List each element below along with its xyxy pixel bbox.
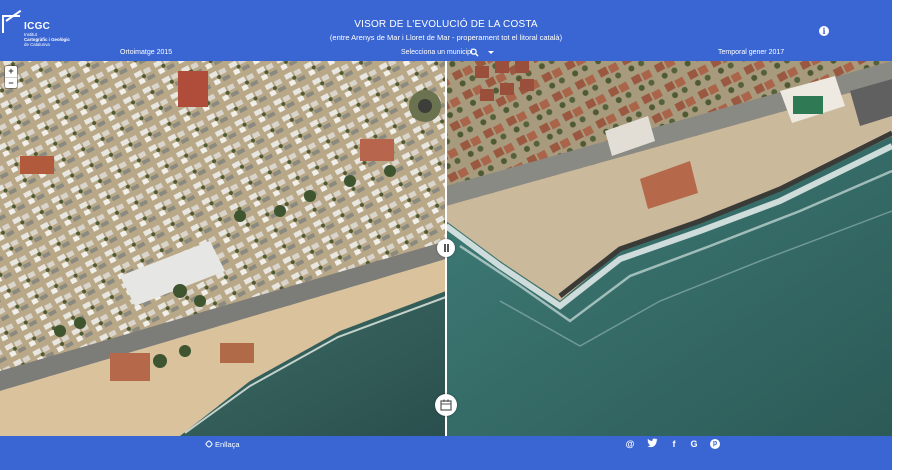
- facebook-icon[interactable]: f: [668, 438, 680, 450]
- coast-viewer-app: ICGC Institut Cartogràfic i Geològic de …: [0, 0, 900, 470]
- share-link[interactable]: Enllaça: [204, 439, 240, 449]
- municipality-select[interactable]: Selecciona un municipi: [401, 49, 473, 56]
- zoom-control: + −: [5, 66, 17, 88]
- left-orthoimage: [0, 61, 447, 436]
- pinterest-icon[interactable]: p: [710, 439, 720, 449]
- google-plus-icon[interactable]: G: [688, 438, 700, 450]
- info-icon[interactable]: i: [819, 26, 829, 36]
- twitter-icon[interactable]: [646, 438, 658, 450]
- header: ICGC Institut Cartogràfic i Geològic de …: [0, 0, 892, 47]
- layer-toolbar: Ortoimatge 2015 Selecciona un municipi T…: [0, 46, 892, 61]
- email-icon[interactable]: @: [624, 438, 636, 450]
- footer: Enllaça @ f G p: [0, 436, 892, 470]
- search-icon[interactable]: [470, 48, 479, 57]
- map-comparison[interactable]: + −: [0, 61, 892, 436]
- chevron-down-icon[interactable]: [488, 51, 494, 54]
- link-icon: [204, 439, 214, 449]
- right-layer-label[interactable]: Temporal gener 2017: [718, 49, 784, 56]
- zoom-in-button[interactable]: +: [5, 66, 17, 77]
- drag-handle-icon[interactable]: [437, 239, 455, 257]
- page-gutter: [892, 0, 900, 470]
- page-title: VISOR DE L'EVOLUCIÓ DE LA COSTA: [354, 19, 538, 30]
- right-orthoimage: [444, 61, 892, 436]
- share-link-label: Enllaça: [215, 440, 240, 449]
- zoom-out-button[interactable]: −: [5, 77, 17, 88]
- left-layer-label[interactable]: Ortoimatge 2015: [120, 49, 172, 56]
- calendar-icon[interactable]: [435, 394, 457, 416]
- page-subtitle: (entre Arenys de Mar i Lloret de Mar - p…: [329, 33, 563, 42]
